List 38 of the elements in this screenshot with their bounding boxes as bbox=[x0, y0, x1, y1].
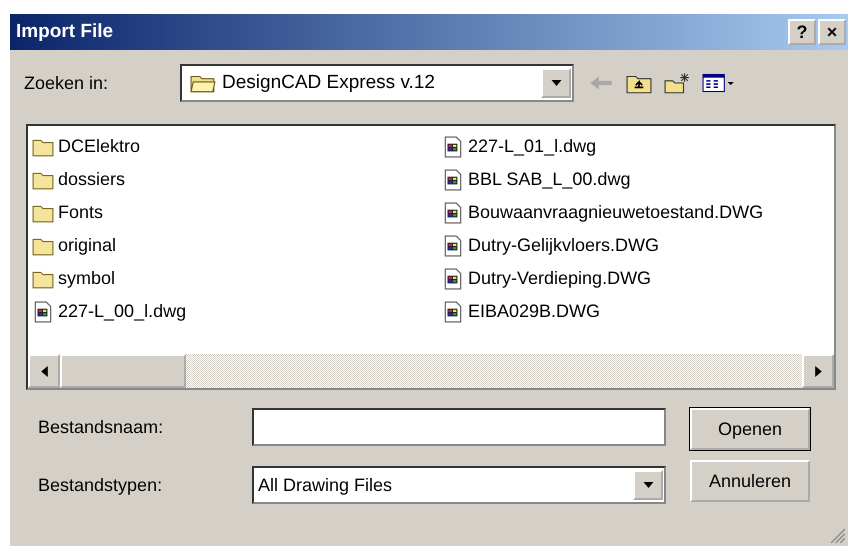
file-item[interactable]: 227-L_01_l.dwg bbox=[442, 130, 830, 163]
file-name-field[interactable] bbox=[252, 408, 666, 446]
drawing-file-icon bbox=[32, 300, 54, 322]
file-item[interactable]: DCElektro bbox=[32, 130, 442, 163]
drawing-file-icon bbox=[442, 168, 464, 190]
file-name-label: Bestandsnaam: bbox=[38, 416, 164, 438]
help-button[interactable]: ? bbox=[788, 19, 816, 45]
open-button[interactable]: Openen bbox=[690, 408, 810, 450]
file-type-dropdown[interactable]: All Drawing Files bbox=[252, 466, 666, 504]
file-item[interactable]: Fonts bbox=[32, 196, 442, 229]
close-button[interactable]: × bbox=[818, 19, 846, 45]
drawing-file-icon bbox=[442, 202, 464, 224]
file-item[interactable]: symbol bbox=[32, 262, 442, 295]
window-title: Import File bbox=[16, 21, 114, 43]
file-type-label: Bestandstypen: bbox=[38, 474, 164, 496]
drawing-file-icon bbox=[442, 268, 464, 290]
file-item[interactable]: Bouwaanvraagnieuwetoestand.DWG bbox=[442, 196, 830, 229]
file-item[interactable]: dossiers bbox=[32, 163, 442, 196]
file-item[interactable]: original bbox=[32, 229, 442, 262]
scroll-thumb[interactable] bbox=[60, 354, 186, 388]
file-item[interactable]: Dutry-Gelijkvloers.DWG bbox=[442, 229, 830, 262]
file-item[interactable]: EIBA029B.DWG bbox=[442, 295, 830, 328]
view-menu-icon[interactable] bbox=[702, 72, 736, 94]
new-folder-icon[interactable] bbox=[664, 72, 690, 94]
file-item[interactable]: BBL SAB_L_00.dwg bbox=[442, 163, 830, 196]
horizontal-scrollbar[interactable] bbox=[28, 354, 834, 388]
drawing-file-icon bbox=[442, 300, 464, 322]
drawing-file-icon bbox=[442, 234, 464, 256]
scroll-left-icon[interactable] bbox=[28, 354, 60, 388]
look-in-label: Zoeken in: bbox=[24, 72, 110, 94]
folder-icon bbox=[190, 73, 216, 93]
scroll-right-icon[interactable] bbox=[802, 354, 834, 388]
file-item[interactable]: Dutry-Verdieping.DWG bbox=[442, 262, 830, 295]
resize-grip-icon[interactable] bbox=[830, 528, 846, 544]
cancel-button[interactable]: Annuleren bbox=[690, 460, 810, 502]
drawing-file-icon bbox=[442, 136, 464, 158]
look-in-dropdown[interactable]: DesignCAD Express v.12 bbox=[180, 64, 574, 102]
file-item[interactable]: 227-L_00_l.dwg bbox=[32, 295, 442, 328]
